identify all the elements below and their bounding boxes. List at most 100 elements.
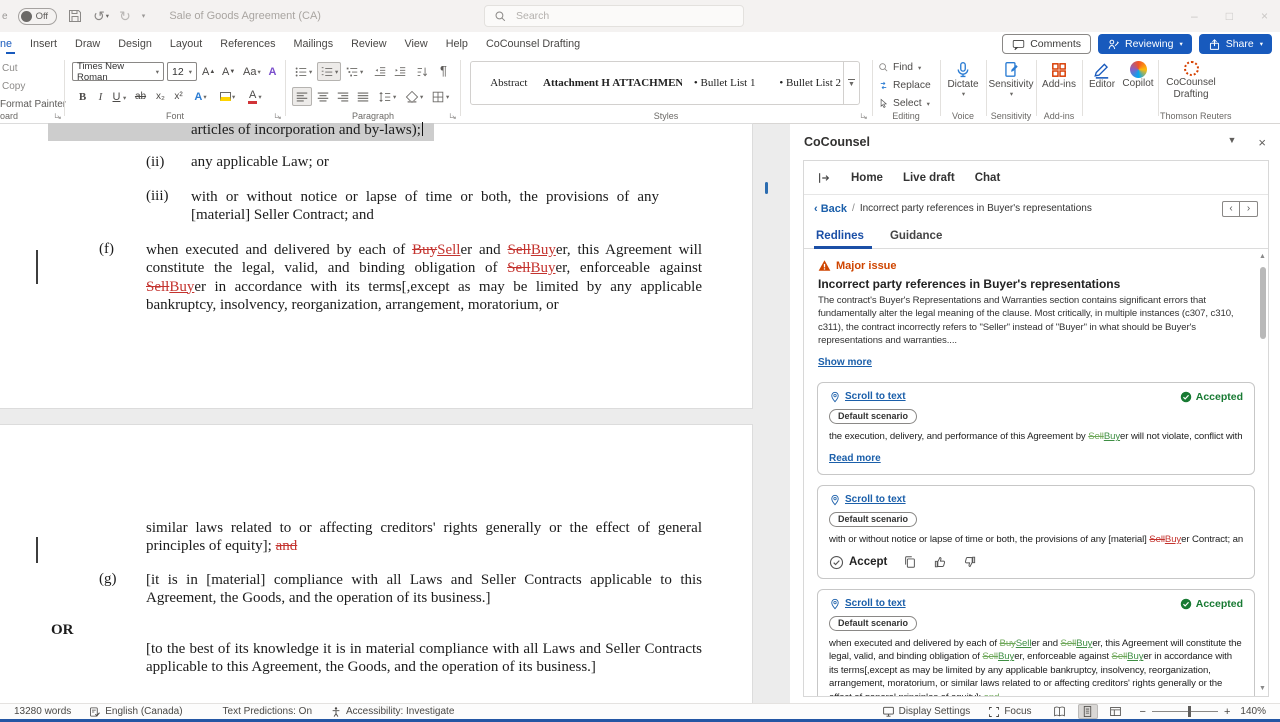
line-spacing-button[interactable]: ▾ (376, 87, 398, 106)
search-input[interactable] (514, 9, 714, 23)
numbering-button[interactable]: ▾ (317, 62, 341, 81)
panel-collapse-sidebar-icon[interactable] (817, 171, 831, 185)
proofing-status[interactable]: English (Canada) (89, 706, 182, 718)
style-bullet-list-2[interactable]: • Bullet List 2 (767, 77, 853, 89)
font-color-button[interactable]: A▾ (246, 87, 264, 106)
redline-card-2[interactable]: Scroll to text Default scenario with or … (817, 485, 1255, 579)
tab-design[interactable]: Design (109, 34, 161, 54)
clipboard-dialog-launcher[interactable] (54, 112, 62, 120)
scrollbar-thumb[interactable] (1260, 267, 1266, 339)
sensitivity-button[interactable]: Sensitivity ▾ (988, 61, 1034, 98)
comments-button[interactable]: Comments (1002, 34, 1091, 54)
align-right-button[interactable] (334, 87, 352, 106)
cut-button[interactable]: Cut (2, 63, 18, 74)
reviewing-button[interactable]: Reviewing ▾ (1098, 34, 1192, 54)
underline-caret-icon[interactable]: ▾ (123, 94, 126, 102)
tab-layout[interactable]: Layout (161, 34, 211, 54)
close-window-button[interactable]: × (1261, 9, 1268, 23)
style-attachment-h[interactable]: Attachment H (541, 77, 613, 89)
document-page-2[interactable]: similar laws related to or affecting cre… (0, 424, 753, 704)
scroll-down-icon[interactable]: ▼ (1258, 685, 1267, 692)
comment-anchor-mark[interactable] (765, 182, 768, 194)
search-bar[interactable] (484, 5, 744, 27)
tab-mailings[interactable]: Mailings (284, 34, 342, 54)
bullets-button[interactable]: ▾ (292, 62, 314, 81)
tab-review[interactable]: Review (342, 34, 395, 54)
tab-help[interactable]: Help (437, 34, 477, 54)
thumbs-up-icon[interactable] (933, 555, 947, 569)
redo-icon[interactable]: ↻ (119, 9, 131, 23)
tab-home-partial[interactable]: ne (0, 34, 21, 54)
panel-scrollbar[interactable]: ▲ ▼ (1258, 253, 1267, 692)
highlight-button[interactable]: ▾ (218, 87, 237, 106)
zoom-level[interactable]: 140% (1240, 706, 1266, 717)
show-formatting-button[interactable]: ¶ (435, 61, 452, 80)
italic-button[interactable]: I (92, 87, 109, 106)
multilevel-list-button[interactable]: ▾ (343, 62, 365, 81)
focus-button[interactable]: Focus (988, 706, 1031, 718)
format-painter-button[interactable]: Format Painter (0, 99, 66, 110)
thumbs-down-icon[interactable] (963, 555, 977, 569)
change-case-button[interactable]: Aa▾ (241, 62, 263, 81)
restore-button[interactable]: □ (1226, 9, 1233, 23)
document-page-1[interactable]: articles of incorporation and by-laws); … (0, 123, 753, 409)
subscript-button[interactable]: x₂ (152, 87, 169, 106)
addins-button[interactable]: Add-ins (1038, 61, 1080, 91)
nav-live-draft[interactable]: Live draft (903, 172, 955, 184)
tab-redlines[interactable]: Redlines (816, 230, 864, 248)
increase-indent-button[interactable] (391, 62, 409, 81)
text-effects-button[interactable]: A▾ (192, 87, 209, 106)
styles-gallery-more-button[interactable]: ▼ (843, 62, 859, 104)
read-mode-button[interactable] (1050, 704, 1070, 719)
copy-button[interactable]: Copy (2, 81, 25, 92)
clear-formatting-button[interactable]: A (264, 62, 281, 81)
zoom-slider[interactable] (1152, 706, 1218, 717)
grow-font-button[interactable]: A▲ (200, 62, 217, 81)
tab-view[interactable]: View (396, 34, 437, 54)
display-settings-button[interactable]: Display Settings (882, 705, 971, 718)
scroll-to-text-link[interactable]: Scroll to text (829, 598, 906, 610)
scroll-up-icon[interactable]: ▲ (1258, 253, 1267, 260)
style-attachment-caps[interactable]: ATTACHMEN (612, 77, 682, 89)
borders-button[interactable]: ▾ (429, 87, 451, 106)
dictate-button[interactable]: Dictate ▾ (942, 61, 984, 98)
panel-close-icon[interactable]: × (1258, 135, 1266, 150)
styles-dialog-launcher[interactable] (860, 112, 868, 120)
tab-guidance[interactable]: Guidance (890, 230, 942, 248)
tab-references[interactable]: References (211, 34, 284, 54)
save-icon[interactable] (67, 8, 83, 24)
next-issue-button[interactable]: › (1240, 201, 1258, 217)
sort-button[interactable] (413, 62, 431, 81)
font-dialog-launcher[interactable] (274, 112, 282, 120)
strikethrough-button[interactable]: ab (132, 87, 149, 106)
style-abstract[interactable]: Abstract (477, 77, 541, 89)
nav-home[interactable]: Home (851, 172, 883, 184)
zoom-in-button[interactable]: + (1224, 706, 1230, 718)
back-button[interactable]: ‹ Back (814, 203, 847, 215)
panel-collapse-icon[interactable]: ▼ (1227, 135, 1236, 150)
copy-icon[interactable] (903, 555, 917, 569)
bold-button[interactable]: B (74, 87, 91, 106)
qat-customize-icon[interactable]: ▾ (142, 12, 146, 20)
style-bullet-list-1[interactable]: • Bullet List 1 (682, 77, 768, 89)
accept-button[interactable]: Accept (829, 555, 887, 570)
find-button[interactable]: Find ▾ (878, 62, 921, 73)
autosave-toggle[interactable]: Off (18, 8, 58, 25)
text-predictions[interactable]: Text Predictions: On (223, 706, 312, 717)
cocounsel-drafting-button[interactable]: CoCounsel Drafting (1160, 61, 1222, 100)
scroll-to-text-link[interactable]: Scroll to text (829, 391, 906, 403)
font-size-combo[interactable]: 12 ▾ (167, 62, 197, 81)
prev-issue-button[interactable]: ‹ (1222, 201, 1240, 217)
share-button[interactable]: Share ▾ (1199, 34, 1272, 54)
redline-card-1[interactable]: Scroll to text Accepted Default scenario… (817, 382, 1255, 475)
shrink-font-button[interactable]: A▼ (220, 62, 237, 81)
select-button[interactable]: Select ▾ (878, 98, 930, 109)
tab-insert[interactable]: Insert (21, 34, 66, 54)
font-family-combo[interactable]: Times New Roman ▾ (72, 62, 164, 81)
scroll-to-text-link[interactable]: Scroll to text (829, 494, 906, 506)
nav-chat[interactable]: Chat (975, 172, 1001, 184)
paragraph-dialog-launcher[interactable] (449, 112, 457, 120)
replace-button[interactable]: Replace (878, 80, 931, 91)
zoom-slider-handle[interactable] (1188, 706, 1191, 717)
superscript-button[interactable]: x² (170, 87, 187, 106)
